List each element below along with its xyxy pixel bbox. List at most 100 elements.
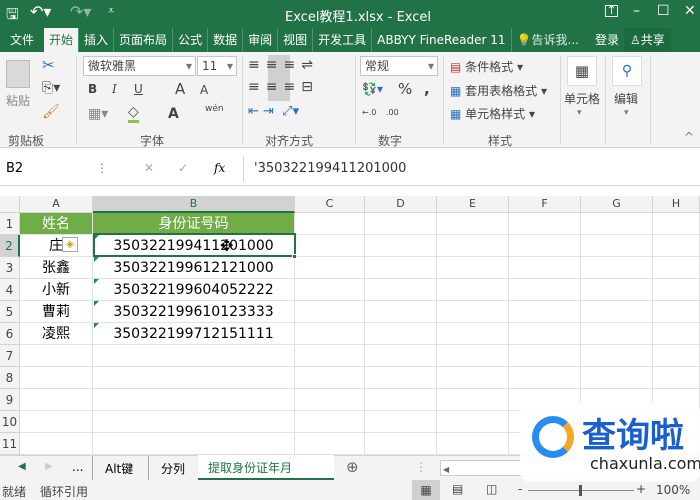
zoom-in-button[interactable]: + <box>636 482 646 496</box>
paste-button[interactable]: 粘贴 <box>6 92 30 109</box>
page-break-icon[interactable]: ◫ <box>486 482 497 496</box>
cell[interactable] <box>93 389 295 411</box>
cell[interactable] <box>295 301 365 323</box>
tab-file[interactable]: 文件 <box>0 28 44 52</box>
cancel-button[interactable]: ✕ <box>144 161 154 175</box>
paste-icon[interactable] <box>6 60 30 88</box>
currency-icon[interactable]: 💱▾ <box>362 82 383 96</box>
cell[interactable] <box>509 301 581 323</box>
cell[interactable] <box>581 367 653 389</box>
id-cell[interactable]: 350322199612121000 <box>93 257 295 279</box>
sheet-tab-more[interactable]: ... <box>72 460 83 474</box>
border-icon[interactable]: ▦▾ <box>88 106 108 122</box>
decrease-decimal-button[interactable]: .00 <box>386 108 399 117</box>
cell[interactable] <box>437 213 509 235</box>
cell[interactable] <box>93 433 295 455</box>
phonetic-button[interactable]: wén <box>205 104 224 114</box>
column-header-d[interactable]: D <box>365 196 437 213</box>
cell[interactable] <box>365 213 437 235</box>
column-header-a[interactable]: A <box>20 196 93 213</box>
redo-icon[interactable]: ↷▾ <box>70 2 91 21</box>
cell[interactable] <box>365 323 437 345</box>
login-button[interactable]: 登录 <box>590 28 624 52</box>
percent-button[interactable]: % <box>398 80 412 98</box>
cell[interactable] <box>437 411 509 433</box>
name-cell[interactable]: 凌熙 <box>20 323 93 345</box>
fill-color-icon[interactable]: ◇ <box>128 104 139 123</box>
cell[interactable] <box>581 301 653 323</box>
enter-button[interactable]: ✓ <box>178 161 188 175</box>
cell[interactable] <box>365 433 437 455</box>
row-header[interactable]: 1 <box>0 213 20 235</box>
cell[interactable] <box>653 367 700 389</box>
row-header[interactable]: 10 <box>0 411 20 433</box>
row-header[interactable]: 7 <box>0 345 20 367</box>
grow-font-button[interactable]: A <box>175 80 185 98</box>
align-buttons[interactable]: ≡≡≡⇌ ≡≡≡⊟ <box>248 54 319 98</box>
cell[interactable] <box>365 301 437 323</box>
cell[interactable] <box>20 411 93 433</box>
cells-icon[interactable]: ▦ <box>567 56 597 86</box>
cell[interactable] <box>295 235 365 257</box>
cell[interactable] <box>93 411 295 433</box>
zoom-out-button[interactable]: - <box>518 482 522 496</box>
cell[interactable] <box>653 257 700 279</box>
cell[interactable] <box>20 345 93 367</box>
cell[interactable] <box>509 367 581 389</box>
cell[interactable] <box>653 235 700 257</box>
cell[interactable] <box>581 345 653 367</box>
cell[interactable] <box>295 367 365 389</box>
cell[interactable] <box>93 345 295 367</box>
cell[interactable] <box>653 301 700 323</box>
copy-icon[interactable]: ⎘▾ <box>42 80 60 96</box>
bold-button[interactable]: B <box>88 82 97 96</box>
cell[interactable] <box>20 433 93 455</box>
tab-review[interactable]: 审阅 <box>243 28 279 52</box>
error-warning-icon[interactable]: ◈ <box>62 237 78 252</box>
cell[interactable] <box>437 301 509 323</box>
header-cell[interactable]: 姓名 <box>20 213 93 235</box>
column-header-c[interactable]: C <box>295 196 365 213</box>
tab-abbyy[interactable]: ABBYY FineReader 11 <box>372 28 512 52</box>
cell[interactable] <box>437 257 509 279</box>
font-size-select[interactable]: 11 ▾ <box>197 56 237 76</box>
font-name-select[interactable]: 微软雅黑 ▾ <box>83 56 196 76</box>
fill-handle[interactable] <box>292 254 297 259</box>
row-header[interactable]: 3 <box>0 257 20 279</box>
cells-button[interactable]: 单元格 <box>564 90 600 107</box>
cell[interactable] <box>581 323 653 345</box>
cell[interactable] <box>295 389 365 411</box>
column-header-e[interactable]: E <box>437 196 509 213</box>
cell[interactable] <box>509 257 581 279</box>
ribbon-display-icon[interactable]: ↑ <box>605 4 618 17</box>
normal-view-icon[interactable]: ▦ <box>412 480 440 500</box>
id-cell[interactable]: 350322199604052222 <box>93 279 295 301</box>
underline-button[interactable]: U <box>134 82 143 96</box>
insert-function-button[interactable]: fx <box>214 161 225 175</box>
cell[interactable] <box>295 279 365 301</box>
minimize-button[interactable]: – <box>633 3 640 19</box>
tab-data[interactable]: 数据 <box>208 28 244 52</box>
row-header[interactable]: 11 <box>0 433 20 455</box>
name-cell[interactable]: 小新 <box>20 279 93 301</box>
row-header[interactable]: 6 <box>0 323 20 345</box>
cell[interactable] <box>295 433 365 455</box>
cell[interactable] <box>295 411 365 433</box>
cell[interactable] <box>509 213 581 235</box>
cell[interactable] <box>365 257 437 279</box>
zoom-level[interactable]: 100% <box>656 483 690 497</box>
cell[interactable] <box>581 235 653 257</box>
sheet-tab-alt[interactable]: Alt键 <box>92 456 145 480</box>
row-header[interactable]: 4 <box>0 279 20 301</box>
row-header[interactable]: 8 <box>0 367 20 389</box>
cell[interactable] <box>20 389 93 411</box>
selected-cell-b2[interactable] <box>93 233 296 257</box>
add-sheet-icon[interactable]: ⊕ <box>346 458 359 476</box>
conditional-format-button[interactable]: ▤ 条件格式 ▾ <box>450 58 523 75</box>
sheet-tab-active[interactable]: 提取身份证年月 <box>198 455 334 480</box>
cell[interactable] <box>437 279 509 301</box>
row-header[interactable]: 2 <box>0 235 20 257</box>
cell[interactable] <box>509 345 581 367</box>
cell[interactable] <box>20 367 93 389</box>
name-cell[interactable]: 曹莉 <box>20 301 93 323</box>
